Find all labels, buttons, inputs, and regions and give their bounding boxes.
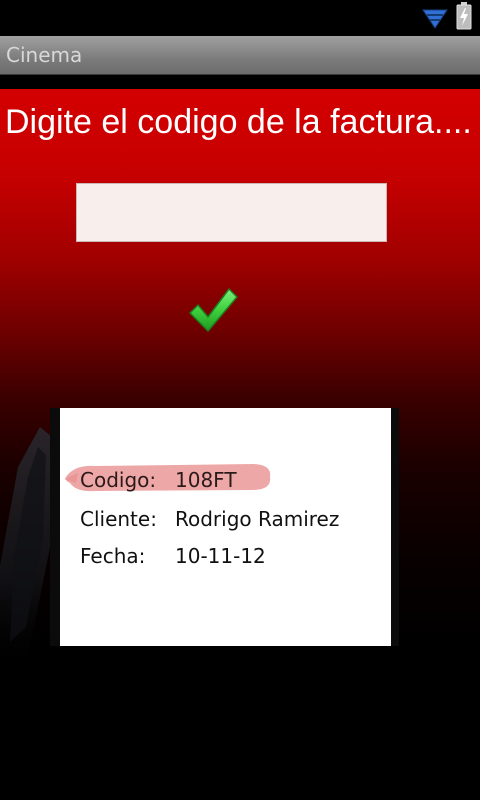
battery-charging-icon bbox=[456, 2, 472, 30]
fecha-label: Fecha: bbox=[80, 544, 146, 568]
code-prompt: Digite el codigo de la factura.... bbox=[5, 103, 472, 141]
wifi-icon bbox=[422, 9, 448, 29]
status-bar bbox=[0, 0, 480, 36]
receipt-paper: Codigo: 108FT Cliente: Rodrigo Ramirez F… bbox=[60, 408, 391, 646]
app-title: Cinema bbox=[6, 43, 83, 67]
checkmark-icon[interactable] bbox=[186, 285, 240, 339]
fecha-value: 10-11-12 bbox=[175, 544, 266, 568]
cliente-value: Rodrigo Ramirez bbox=[175, 507, 340, 531]
title-divider bbox=[0, 75, 480, 89]
receipt-image: Codigo: 108FT Cliente: Rodrigo Ramirez F… bbox=[50, 408, 399, 646]
codigo-value: 108FT bbox=[175, 468, 237, 492]
codigo-label: Codigo: bbox=[80, 468, 157, 492]
app-title-bar: Cinema bbox=[0, 36, 480, 75]
cliente-label: Cliente: bbox=[80, 507, 157, 531]
main-content: Digite el codigo de la factura.... Codig… bbox=[0, 89, 480, 800]
invoice-code-input[interactable] bbox=[76, 183, 387, 242]
screen: Cinema Digite el codigo de la factura...… bbox=[0, 0, 480, 800]
